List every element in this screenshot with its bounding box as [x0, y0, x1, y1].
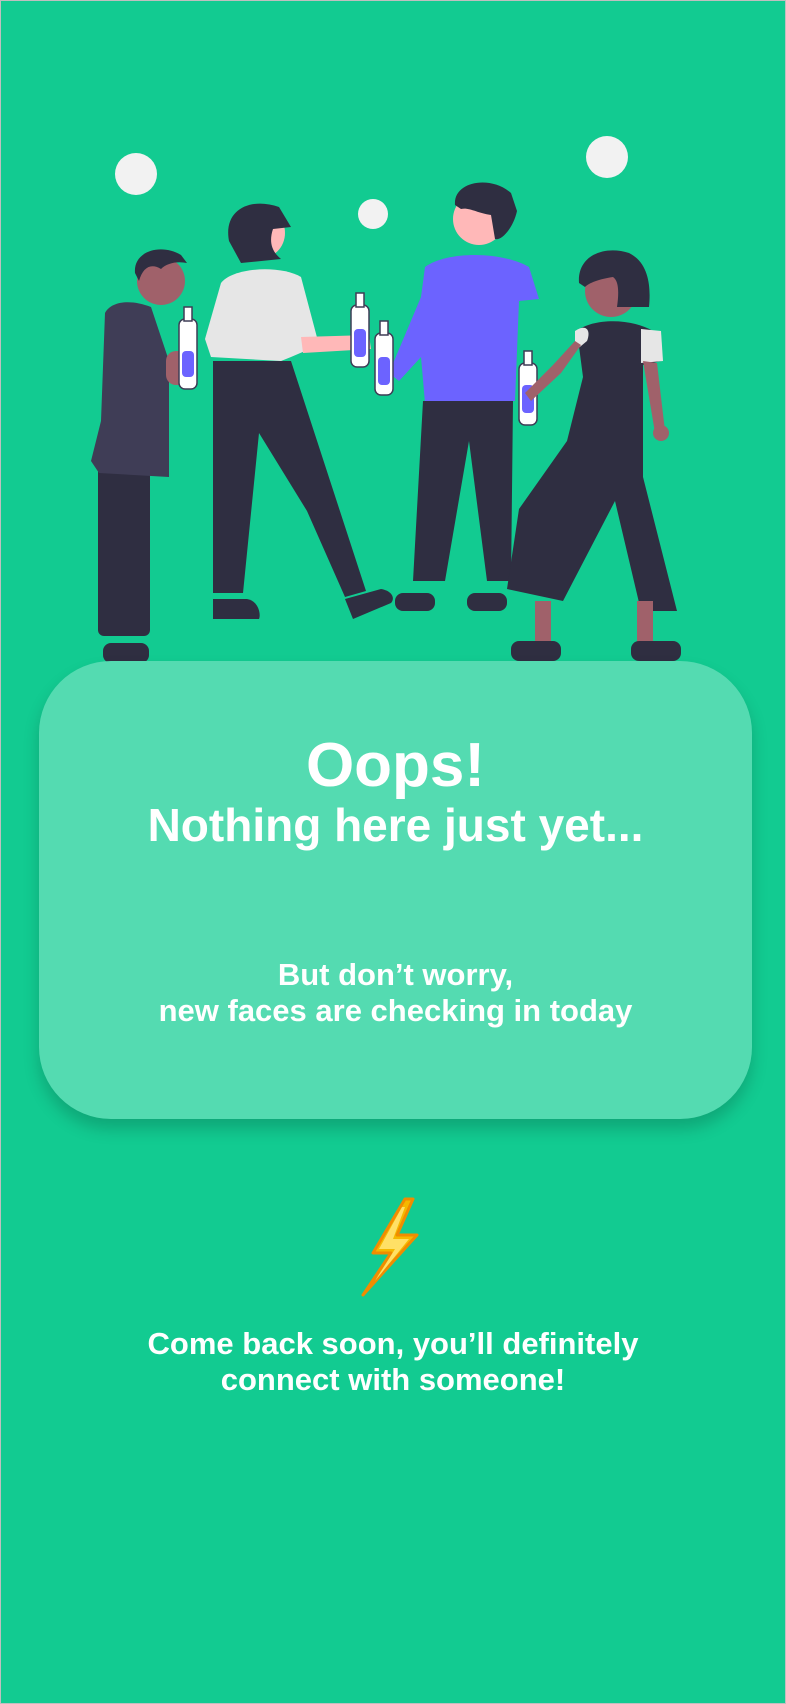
friends-toasting-illustration [91, 136, 681, 663]
lightning-bolt-icon [361, 1197, 419, 1297]
empty-state-screen: Oops! Nothing here just yet... But don’t… [0, 0, 786, 1704]
footer-line-1: Come back soon, you’ll definitely [147, 1326, 639, 1361]
footer-line-2: connect with someone! [220, 1362, 566, 1397]
come-back-message: Come back soon, you’ll definitely connec… [1, 1326, 785, 1398]
person-center-left [205, 203, 393, 619]
message-line-1: But don’t worry, [277, 957, 514, 992]
person-right [507, 250, 681, 661]
person-left [91, 249, 198, 663]
reassurance-message: But don’t worry, new faces are checking … [39, 957, 752, 1029]
page-title: Oops! [305, 731, 486, 800]
empty-state-card: Oops! Nothing here just yet... But don’t… [39, 661, 752, 1119]
message-line-2: new faces are checking in today [158, 993, 633, 1028]
page-subtitle: Nothing here just yet... [147, 799, 644, 851]
